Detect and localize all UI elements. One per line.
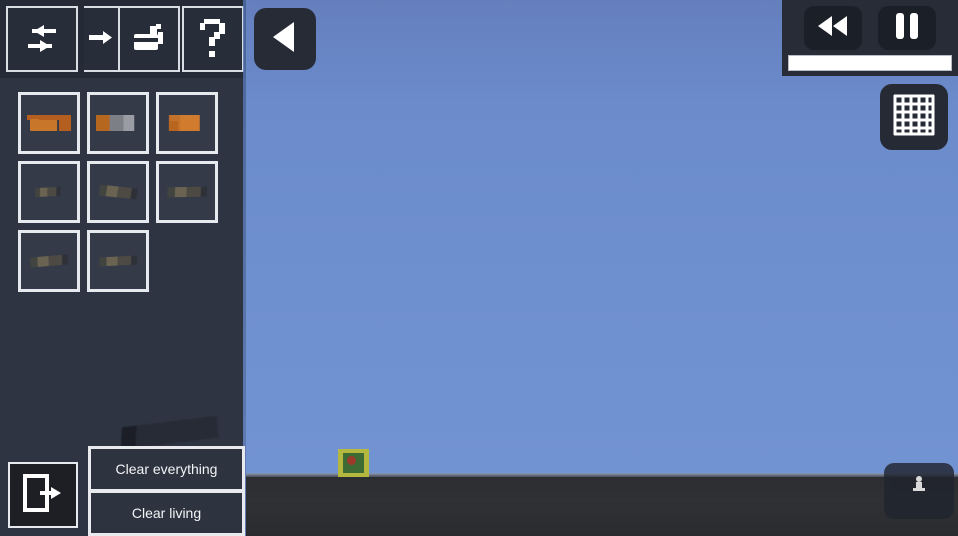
swap-arrows-icon — [22, 23, 62, 55]
collapse-panel-button[interactable] — [254, 8, 316, 70]
clear-buttons-group: Clear everything Clear living — [88, 446, 245, 536]
question-mark-icon — [198, 17, 228, 61]
weapon-slot-1[interactable] — [18, 92, 80, 154]
weapon-sprite-pistol — [27, 115, 71, 131]
weapon-slot-4[interactable] — [18, 161, 80, 223]
grid-toggle-button[interactable] — [880, 84, 948, 150]
dropped-weapon-sprite[interactable] — [114, 413, 234, 451]
paint-bucket-button[interactable] — [118, 6, 180, 72]
weapon-sprite-shotgun — [27, 254, 71, 268]
arrow-right-icon — [89, 26, 113, 52]
pause-icon — [894, 12, 920, 45]
weapon-sprite-battle-rifle — [96, 255, 140, 267]
weapon-slot-8[interactable] — [87, 230, 149, 292]
triangle-left-icon — [268, 19, 302, 60]
paint-bucket-icon — [130, 20, 168, 58]
spawn-button[interactable] — [884, 463, 954, 519]
weapon-grid[interactable] — [18, 92, 230, 292]
speed-slider[interactable] — [788, 55, 952, 71]
swap-mode-button[interactable] — [6, 6, 78, 72]
spawn-person-icon — [911, 475, 927, 498]
rewind-button[interactable] — [804, 6, 862, 50]
weapon-sprite-carbine — [33, 186, 62, 198]
playback-controls — [782, 0, 958, 76]
crate-marker — [347, 456, 356, 465]
weapon-slot-7[interactable] — [18, 230, 80, 292]
weapon-sprite-revolver — [165, 115, 209, 131]
weapon-sprite-sniper-rifle — [164, 186, 210, 198]
weapon-sprite-submachine-gun — [96, 115, 140, 131]
weapon-slot-3[interactable] — [156, 92, 218, 154]
next-page-button[interactable] — [84, 6, 120, 72]
rewind-icon — [816, 15, 850, 42]
pause-button[interactable] — [878, 6, 936, 50]
clear-everything-button[interactable]: Clear everything — [91, 449, 242, 489]
weapon-slot-2[interactable] — [87, 92, 149, 154]
weapon-slot-5[interactable] — [87, 161, 149, 223]
help-button[interactable] — [182, 6, 244, 72]
clear-living-button[interactable]: Clear living — [91, 493, 242, 533]
crate-object[interactable] — [338, 449, 369, 477]
grid-icon — [893, 94, 935, 141]
weapon-slot-6[interactable] — [156, 161, 218, 223]
weapon-sprite-assault-rifle — [96, 184, 140, 200]
exit-door-icon — [22, 473, 64, 518]
sidebar-toolbar — [0, 0, 246, 78]
exit-button[interactable] — [8, 462, 78, 528]
